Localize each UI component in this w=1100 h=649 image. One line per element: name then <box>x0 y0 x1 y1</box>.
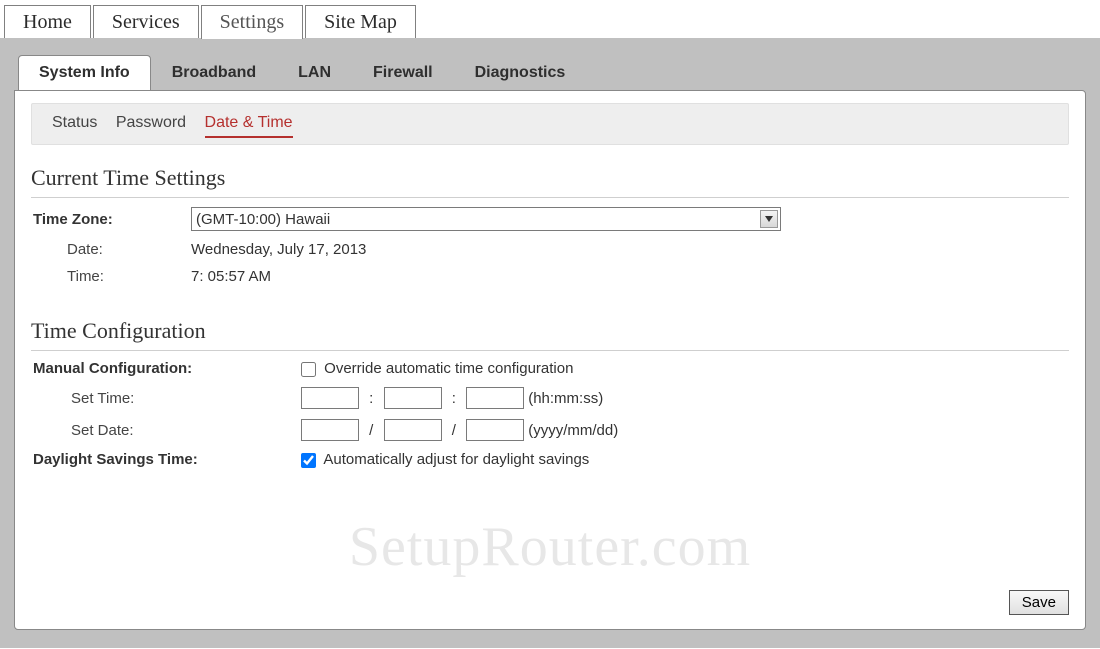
tertiary-status[interactable]: Status <box>52 114 97 136</box>
set-time-hint: (hh:mm:ss) <box>528 390 603 407</box>
heading-time-configuration: Time Configuration <box>31 318 1069 351</box>
set-date-hint: (yyyy/mm/dd) <box>528 422 618 439</box>
subtab-lan[interactable]: LAN <box>277 55 352 90</box>
label-time-zone: Time Zone: <box>31 211 191 228</box>
set-date-yyyy-input[interactable] <box>301 419 359 441</box>
label-set-date: Set Date: <box>31 422 301 439</box>
chevron-down-icon <box>760 210 778 228</box>
label-date: Date: <box>31 241 191 258</box>
subtab-broadband[interactable]: Broadband <box>151 55 277 90</box>
tab-settings[interactable]: Settings <box>201 5 303 39</box>
label-manual-configuration: Manual Configuration: <box>31 360 301 377</box>
value-time: 7: 05:57 AM <box>191 268 1069 285</box>
save-button[interactable]: Save <box>1009 590 1069 615</box>
separator-slash: / <box>452 422 456 439</box>
dst-checkbox-label: Automatically adjust for daylight saving… <box>323 451 589 468</box>
set-date-mm-input[interactable] <box>384 419 442 441</box>
set-time-hh-input[interactable] <box>301 387 359 409</box>
subtab-firewall[interactable]: Firewall <box>352 55 454 90</box>
set-time-mm-input[interactable] <box>384 387 442 409</box>
content-frame: System Info Broadband LAN Firewall Diagn… <box>0 38 1100 648</box>
separator-slash: / <box>369 422 373 439</box>
separator-colon: : <box>452 390 456 407</box>
override-checkbox-label: Override automatic time configuration <box>324 360 573 377</box>
heading-current-time-settings: Current Time Settings <box>31 165 1069 198</box>
tab-home[interactable]: Home <box>4 5 91 39</box>
subtab-system-info[interactable]: System Info <box>18 55 151 91</box>
set-time-ss-input[interactable] <box>466 387 524 409</box>
override-checkbox[interactable] <box>301 362 316 377</box>
set-date-dd-input[interactable] <box>466 419 524 441</box>
tertiary-nav: Status Password Date & Time <box>31 103 1069 145</box>
top-nav: Home Services Settings Site Map <box>0 0 1100 38</box>
tertiary-password[interactable]: Password <box>116 114 186 136</box>
label-time: Time: <box>31 268 191 285</box>
subtab-bar: System Info Broadband LAN Firewall Diagn… <box>14 50 1086 90</box>
time-zone-select[interactable]: (GMT-10:00) Hawaii <box>191 207 781 231</box>
time-zone-selected-value: (GMT-10:00) Hawaii <box>196 211 330 228</box>
tertiary-date-time[interactable]: Date & Time <box>205 114 293 138</box>
label-set-time: Set Time: <box>31 390 301 407</box>
value-date: Wednesday, July 17, 2013 <box>191 241 1069 258</box>
content-panel: Status Password Date & Time Current Time… <box>14 90 1086 630</box>
tab-services[interactable]: Services <box>93 5 199 39</box>
tab-site-map[interactable]: Site Map <box>305 5 416 39</box>
label-dst: Daylight Savings Time: <box>31 451 301 468</box>
dst-checkbox[interactable] <box>301 453 316 468</box>
separator-colon: : <box>369 390 373 407</box>
watermark-text: SetupRouter.com <box>15 515 1085 579</box>
subtab-diagnostics[interactable]: Diagnostics <box>454 55 587 90</box>
